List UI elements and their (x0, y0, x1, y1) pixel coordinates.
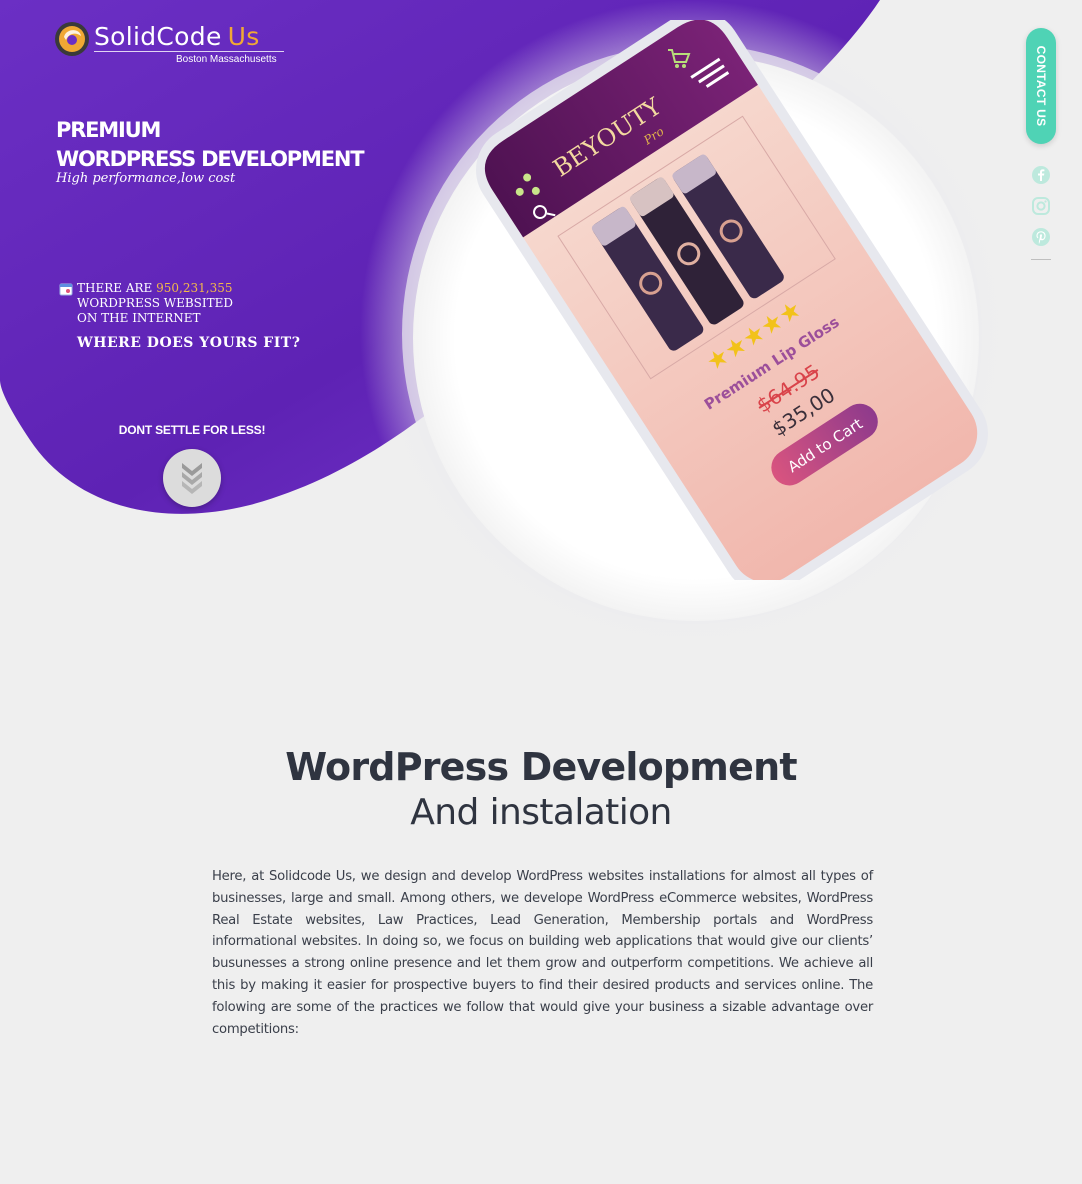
calendar-icon (59, 283, 73, 296)
stat-line3: ON THE INTERNET (77, 311, 201, 325)
contact-us-label: CONTACT US (1034, 45, 1048, 127)
logo-name-accent: Us (227, 22, 260, 51)
logo-emblem-icon (55, 22, 89, 56)
scroll-down-button[interactable] (163, 449, 221, 507)
chevrons-down-icon (182, 463, 202, 494)
logo-name: SolidCode (94, 22, 222, 51)
logo-underline (94, 51, 284, 52)
stat-line2: WORDPRESS WEBSITED (77, 296, 233, 310)
stat-question: WHERE DOES YOURS FIT? (77, 335, 301, 351)
phone-mockup: BEYOUTY Pro ★★★★★ Premium Lip Gloss $64.… (476, 20, 988, 580)
section-subtitle: And instalation (410, 792, 672, 833)
stat-line1: THERE ARE 950,231,355 (77, 281, 233, 296)
logo-location: Boston Massachusetts (176, 54, 277, 65)
contact-us-tab[interactable]: CONTACT US (1026, 28, 1056, 144)
hero-title-line2: WORDPRESS DEVELOPMENT (56, 147, 365, 171)
site-logo[interactable]: SolidCode Us Boston Massachusetts (52, 18, 292, 68)
stat-number: 950,231,355 (156, 281, 233, 295)
stat-block: THERE ARE 950,231,355 WORDPRESS WEBSITED… (77, 281, 233, 326)
hero-title-line1: PREMIUM (56, 118, 161, 142)
instagram-icon[interactable] (1031, 196, 1051, 216)
section-body: Here, at Solidcode Us, we design and dev… (212, 869, 873, 1037)
settle-text: DONT SETTLE FOR LESS! (118, 423, 266, 437)
pinterest-icon[interactable] (1031, 227, 1051, 247)
facebook-icon[interactable] (1031, 165, 1051, 185)
hero-tagline: High performance,low cost (56, 171, 236, 186)
sidebar-divider (1031, 259, 1051, 260)
logo-wordmark: SolidCode Us (94, 22, 260, 51)
stat-prefix: THERE ARE (77, 281, 153, 295)
section-title: WordPress Development (285, 745, 797, 789)
hero-title: PREMIUM WORDPRESS DEVELOPMENT (56, 116, 365, 174)
